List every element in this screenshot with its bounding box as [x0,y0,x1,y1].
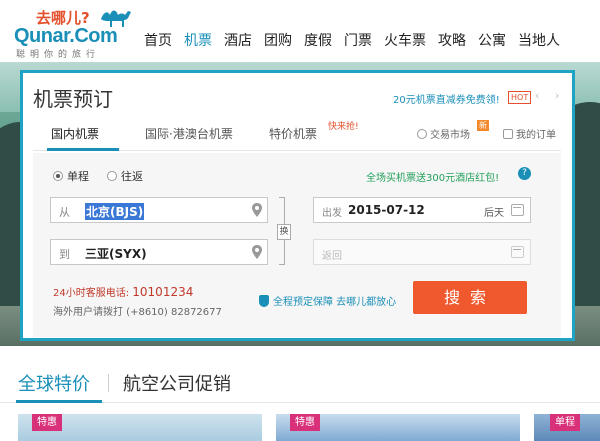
one-way-radio[interactable]: 单程 [53,168,89,184]
guarantee-text: 全程预定保障 去哪儿都放心 [273,297,397,308]
hotline-number: 10101234 [132,285,194,299]
round-trip-radio[interactable]: 往返 [107,168,143,184]
to-label: 到 [59,248,70,261]
market-label: 交易市场 [430,130,470,141]
nav-item-tickets[interactable]: 门票 [338,30,378,52]
location-pin-icon [252,203,262,217]
tab-special-flights[interactable]: 特价机票 [269,125,317,142]
search-button[interactable]: 搜索 [413,281,527,314]
tab-global-deals[interactable]: 全球特价 [18,370,90,396]
promo-next-arrow[interactable]: › [555,89,559,102]
tab-divider [108,374,109,392]
return-date-field[interactable]: 返回 [313,239,531,265]
my-orders-link[interactable]: 我的订单 [503,126,556,141]
deal-tag: 特惠 [32,414,62,431]
market-icon [417,129,427,139]
hot-badge: HOT [508,91,532,104]
deal-card[interactable]: 单程 [534,414,600,441]
shield-icon [259,295,269,307]
overseas-hotline: 海外用户请拨打 (+8610) 82872677 [53,307,222,318]
to-city-field[interactable]: 到 三亚(SYX) [50,239,268,265]
main-nav: 首页 机票 酒店 团购 度假 门票 火车票 攻略 公寓 当地人 [138,30,566,52]
one-way-label: 单程 [67,170,89,183]
deals-section: 全球特价 航空公司促销 特惠 特惠 单程 [0,346,600,441]
nav-item-group-buy[interactable]: 团购 [258,30,298,52]
new-badge: 新 [477,120,489,131]
tab-airline-promos[interactable]: 航空公司促销 [123,370,231,396]
depart-weekday: 后天 [484,208,504,219]
panel-title: 机票预订 [33,87,113,111]
nav-item-home[interactable]: 首页 [138,30,178,52]
active-tab-indicator [47,148,119,151]
flight-booking-panel: 机票预订 20元机票直减券免费领! HOT ‹ › 国内机票 国际·港澳台机票 … [20,70,575,341]
orders-icon [503,129,513,139]
round-trip-label: 往返 [121,170,143,183]
nav-item-hotels[interactable]: 酒店 [218,30,258,52]
from-city-value: 北京(BJS) [85,203,145,220]
depart-date-field[interactable]: 出发 2015-07-12 后天 [313,197,531,223]
return-placeholder: 返回 [322,251,342,262]
swap-button[interactable]: 换 [277,224,291,240]
depart-label: 出发 [322,208,342,219]
swap-cities: 换 [275,197,293,265]
tab-hot-badge: 快来抢! [328,122,359,132]
coupon-promo-link[interactable]: 20元机票直减券免费领! [393,91,500,106]
from-label: 从 [59,206,70,219]
to-city-value: 三亚(SYX) [85,247,147,261]
nav-item-flights[interactable]: 机票 [178,30,218,52]
from-city-field[interactable]: 从 北京(BJS) [50,197,268,223]
calendar-icon [511,204,524,216]
deal-tag: 特惠 [290,414,320,431]
nav-item-apartments[interactable]: 公寓 [472,30,512,52]
depart-date-value: 2015-07-12 [348,203,425,217]
my-orders-label: 我的订单 [516,130,556,141]
deal-card[interactable]: 特惠 [276,414,520,441]
radio-dot [107,171,117,181]
promo-prev-arrow[interactable]: ‹ [535,89,539,102]
logo-slogan: 聪明你的旅行 [16,50,101,60]
radio-dot-selected [53,171,63,181]
nav-item-guides[interactable]: 攻略 [432,30,472,52]
nav-item-vacation[interactable]: 度假 [298,30,338,52]
tab-domestic-flights[interactable]: 国内机票 [51,125,99,142]
deal-card[interactable]: 特惠 [18,414,262,441]
calendar-icon [511,246,524,258]
nav-item-trains[interactable]: 火车票 [378,30,432,52]
help-icon[interactable]: ? [518,167,531,180]
search-form: 单程 往返 全场买机票送300元酒店红包! ? 从 北京(BJS) 换 到 三亚… [33,153,561,337]
qunar-logo[interactable]: 去哪儿? Qunar.Com 聪明你的旅行 [14,3,134,60]
hotel-promo-link[interactable]: 全场买机票送300元酒店红包! [366,169,499,184]
logo-wordmark: Qunar.Com [14,25,118,47]
nav-item-locals[interactable]: 当地人 [512,30,566,52]
market-link[interactable]: 交易市场 [417,126,470,141]
active-section-indicator [16,400,102,403]
guarantee-link[interactable]: 全程预定保障 去哪儿都放心 [259,293,396,308]
deal-tag: 单程 [550,414,580,431]
top-navbar: 去哪儿? Qunar.Com 聪明你的旅行 首页 机票 酒店 团购 度假 门票 … [0,0,600,62]
hotline: 24小时客服电话: 10101234 [53,284,193,299]
location-pin-icon [252,245,262,259]
hotline-label: 24小时客服电话: [53,288,130,299]
tab-international-flights[interactable]: 国际·港澳台机票 [145,125,233,142]
